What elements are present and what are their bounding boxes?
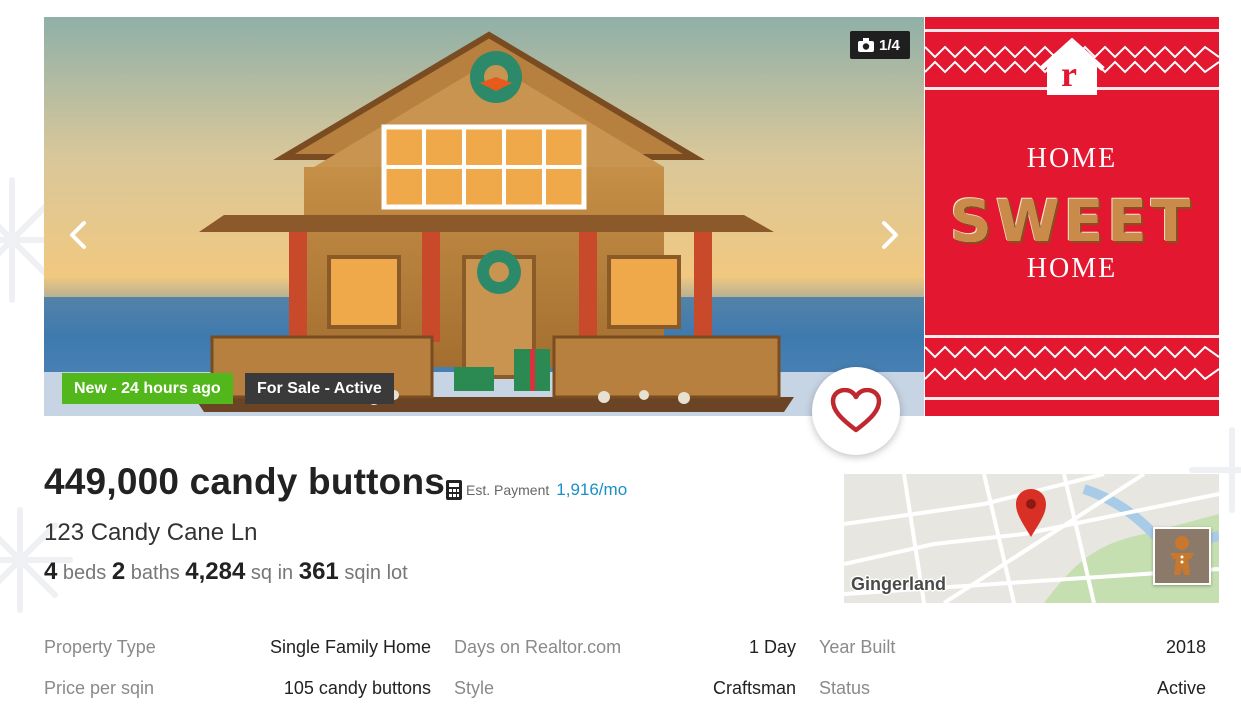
baths-count: 2 — [111, 558, 126, 585]
beds-count: 4 — [44, 558, 58, 585]
sqft-count: 4,284 — [185, 558, 246, 585]
listing-address: 123 Candy Cane Ln — [44, 519, 258, 546]
est-payment-value[interactable]: 1,916/mo — [556, 480, 627, 500]
ad-logo-letter: r — [1061, 54, 1077, 94]
photo-counter-text: 1/4 — [879, 36, 900, 54]
status-value: Active — [1156, 678, 1206, 698]
lot-label: sqin lot — [344, 562, 408, 584]
camera-icon — [858, 38, 874, 52]
beds-label: beds — [62, 562, 107, 584]
listing-price: 449,000 candy buttons — [44, 461, 446, 502]
ad-text-home-bottom: HOME — [1026, 253, 1118, 284]
ad-text-sweet: SWEET — [949, 187, 1195, 255]
photo-counter: 1/4 — [850, 31, 910, 59]
next-photo-arrow[interactable] — [876, 215, 904, 255]
previous-photo-arrow[interactable] — [64, 215, 92, 255]
property-type-label: Property Type — [44, 637, 156, 657]
property-type-value: Single Family Home — [269, 637, 431, 657]
style-label: Style — [454, 678, 495, 698]
est-payment-label: Est. Payment — [466, 482, 550, 498]
sqft-label: sq in — [250, 562, 294, 584]
estimated-payment[interactable]: Est. Payment 1,916/mo — [446, 480, 627, 500]
days-on-site-value: 1 Day — [748, 637, 796, 657]
days-on-site-label: Days on Realtor.com — [454, 637, 622, 657]
photo-gallery[interactable] — [44, 17, 924, 416]
gingerbread-house-photo — [44, 17, 924, 416]
price-per-value: 105 candy buttons — [283, 678, 431, 698]
year-built-label: Year Built — [819, 637, 896, 657]
baths-label: baths — [130, 562, 180, 584]
ad-text-home-top: HOME — [1026, 143, 1118, 174]
status-badge: For Sale - Active — [245, 373, 394, 404]
favorite-button[interactable] — [812, 367, 900, 455]
location-map[interactable]: Gingerland — [844, 474, 1219, 603]
lot-count: 361 — [298, 558, 339, 585]
new-listing-badge: New - 24 hours ago — [62, 373, 233, 404]
status-label: Status — [819, 678, 871, 698]
property-facts-table: Property Type Single Family Home Days on… — [44, 629, 1209, 711]
facts-row: Price per sqin 105 candy buttons Style C… — [44, 670, 1209, 711]
facts-row: Property Type Single Family Home Days on… — [44, 629, 1209, 670]
price-per-label: Price per sqin — [44, 678, 155, 698]
year-built-value: 2018 — [1165, 637, 1206, 657]
gingerbread-man-streetview-icon[interactable] — [1153, 527, 1211, 585]
holiday-ad-banner[interactable]: r HOME SWEET HOME — [925, 17, 1219, 416]
style-value: Craftsman — [712, 678, 796, 698]
map-location-label: Gingerland — [851, 574, 947, 594]
listing-stats: 4 beds 2 baths 4,284 sq in 361 sqin lot — [44, 558, 408, 586]
calculator-icon — [446, 480, 462, 500]
heart-icon — [830, 388, 882, 433]
